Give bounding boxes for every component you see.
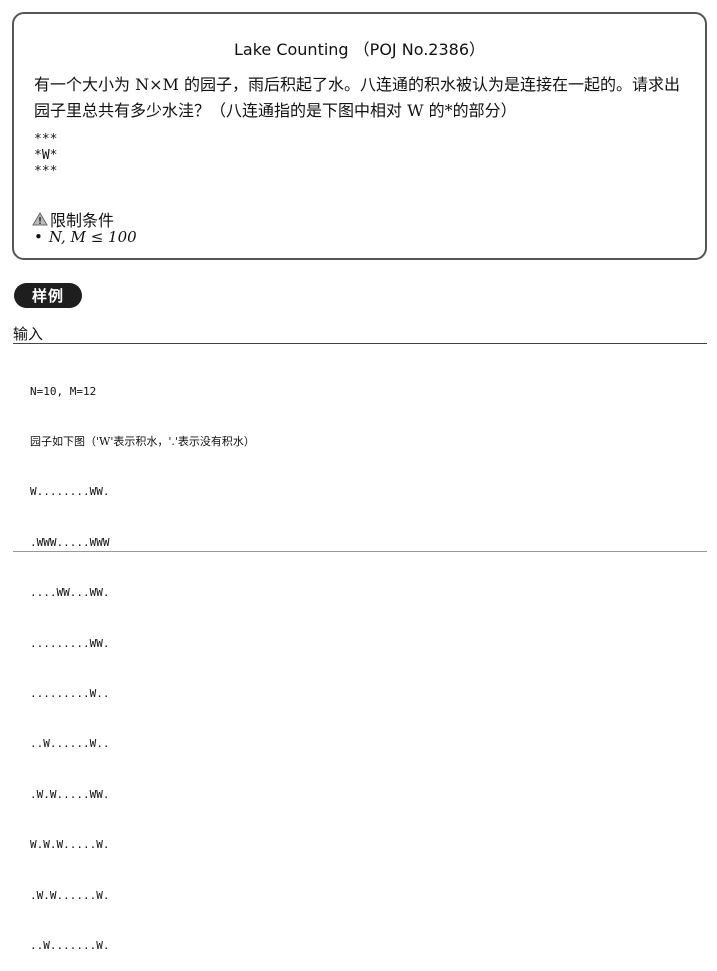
input-line: .W.W.....WW. bbox=[30, 787, 110, 801]
input-line: .........W.. bbox=[30, 686, 110, 700]
input-line: N=10, M=12 bbox=[30, 384, 97, 398]
sample-badge: 样例 bbox=[14, 283, 82, 308]
input-line: ..W......W.. bbox=[30, 737, 110, 751]
statement-line-2: 园子里总共有多少水洼？（八连通指的是下图中相对 W 的*的部分） bbox=[34, 101, 517, 120]
input-line: .WWW.....WWW bbox=[30, 535, 110, 549]
warning-icon bbox=[32, 212, 48, 226]
constraint-item: • N, M ≤ 100 bbox=[34, 228, 137, 246]
input-line: W........WW. bbox=[30, 485, 110, 499]
input-label: 输入 bbox=[13, 325, 44, 343]
problem-box: Lake Counting （POJ No.2386） 有一个大小为 N×M 的… bbox=[12, 12, 707, 260]
input-bottom-divider bbox=[13, 551, 707, 552]
constraint-text: N, M ≤ 100 bbox=[48, 228, 137, 246]
input-line: 园子如下图（'W'表示积水，'.'表示没有积水） bbox=[30, 434, 255, 448]
input-line: .........WW. bbox=[30, 636, 110, 650]
sample-input: N=10, M=12 园子如下图（'W'表示积水，'.'表示没有积水） W...… bbox=[30, 350, 255, 971]
input-line: ....WW...WW. bbox=[30, 586, 110, 600]
bullet-icon: • bbox=[34, 228, 43, 246]
input-divider bbox=[13, 343, 707, 344]
problem-statement: 有一个大小为 N×M 的园子，雨后积起了水。八连通的积水被认为是连接在一起的。请… bbox=[34, 72, 687, 124]
neighbor-pattern: *** *W* *** bbox=[34, 132, 57, 180]
pattern-row: *W* bbox=[34, 148, 58, 163]
pattern-row: *** bbox=[34, 164, 58, 179]
pattern-row: *** bbox=[34, 132, 58, 147]
statement-line-1: 有一个大小为 N×M 的园子，雨后积起了水。八连通的积水被认为是连接在一起的。请… bbox=[34, 75, 680, 94]
input-line: W.W.W.....W. bbox=[30, 838, 110, 852]
problem-title: Lake Counting （POJ No.2386） bbox=[233, 40, 486, 59]
input-line: .W.W......W. bbox=[30, 888, 110, 902]
input-line: ..W.......W. bbox=[30, 938, 110, 952]
